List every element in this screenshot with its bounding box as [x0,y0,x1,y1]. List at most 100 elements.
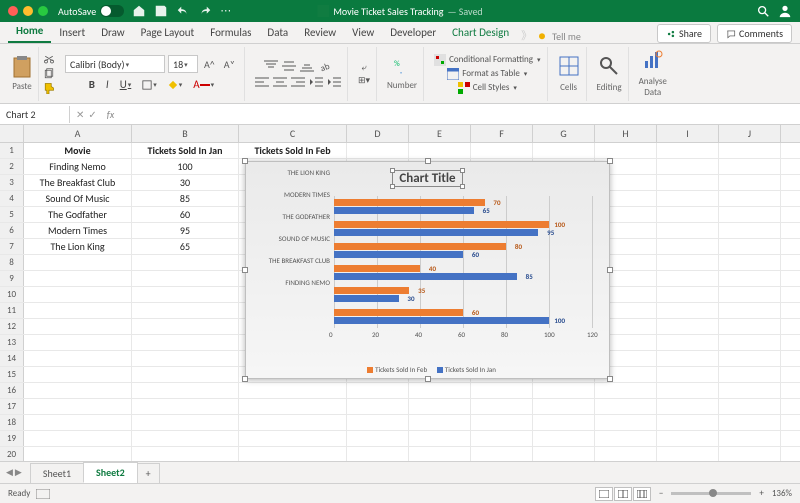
sheet-tab-sheet2[interactable]: Sheet2 [83,462,138,483]
autosave-toggle[interactable]: AutoSave [58,5,124,18]
cell[interactable] [239,447,347,461]
bar[interactable]: 100 [334,317,549,324]
plot-area[interactable]: 0204060801001207065100958060408535306010… [334,196,592,344]
cell[interactable] [533,447,595,461]
editing-group[interactable]: Editing [591,47,629,101]
resize-handle[interactable] [425,376,431,382]
cell[interactable] [595,143,657,158]
cell[interactable] [533,415,595,430]
cut-icon[interactable] [43,54,55,66]
row-header[interactable]: 18 [0,415,24,430]
row-header[interactable]: 3 [0,175,24,190]
format-as-table-button[interactable]: Format as Table▾ [447,68,527,80]
cell[interactable] [719,319,781,334]
copy-icon[interactable] [43,68,55,80]
tab-chart-design[interactable]: Chart Design [444,22,517,43]
redo-icon[interactable] [198,4,212,18]
row-header[interactable]: 17 [0,399,24,414]
tell-me[interactable]: Tell me [552,30,581,43]
switch-icon[interactable] [100,5,124,17]
cancel-formula-icon[interactable]: ✕ [76,108,84,121]
bar[interactable]: 100 [334,221,549,228]
cell[interactable] [409,431,471,446]
cell[interactable] [24,367,132,382]
cell[interactable] [719,415,781,430]
decrease-font-icon[interactable]: A˅ [221,57,238,72]
cell[interactable]: The Godfather [24,207,132,222]
cell[interactable] [24,287,132,302]
sheet-nav-next-icon[interactable]: ▶ [15,467,22,478]
col-header-e[interactable]: E [409,125,471,142]
cell[interactable] [719,447,781,461]
cell[interactable] [657,415,719,430]
cell[interactable] [409,383,471,398]
cell[interactable] [24,319,132,334]
cell[interactable] [471,447,533,461]
cell[interactable] [657,351,719,366]
resize-handle[interactable] [607,376,613,382]
cell[interactable] [719,383,781,398]
cell[interactable]: 30 [132,175,239,190]
align-left-icon[interactable] [255,76,269,88]
row-header[interactable]: 5 [0,207,24,222]
paste-group[interactable]: Paste [6,47,39,101]
row-header[interactable]: 12 [0,319,24,334]
cell[interactable]: Modern Times [24,223,132,238]
col-header-a[interactable]: A [24,125,132,142]
cell[interactable] [533,399,595,414]
bold-button[interactable]: B [85,77,99,92]
row-header[interactable]: 10 [0,287,24,302]
cell[interactable] [657,239,719,254]
cell[interactable] [132,431,239,446]
row-header[interactable]: 2 [0,159,24,174]
cell[interactable] [657,223,719,238]
cell[interactable]: Tickets Sold In Feb [239,143,347,158]
tab-insert[interactable]: Insert [51,22,93,43]
cell[interactable] [347,143,409,158]
cell[interactable] [132,319,239,334]
zoom-slider[interactable] [671,492,751,495]
row-header[interactable]: 1 [0,143,24,158]
row-header[interactable]: 7 [0,239,24,254]
cell[interactable]: Finding Nemo [24,159,132,174]
maximize-icon[interactable] [38,6,48,16]
font-color-button[interactable]: A▾ [189,77,218,92]
cell[interactable] [719,207,781,222]
cell[interactable] [657,175,719,190]
number-format-button[interactable]: %, [393,57,411,78]
row-header[interactable]: 11 [0,303,24,318]
bar[interactable]: 65 [334,207,474,214]
cell[interactable] [24,335,132,350]
close-icon[interactable] [8,6,18,16]
bar[interactable]: 35 [334,287,409,294]
cell[interactable] [657,255,719,270]
comments-button[interactable]: Comments [717,24,792,43]
cell[interactable] [657,143,719,158]
cell[interactable] [533,383,595,398]
col-header-b[interactable]: B [132,125,239,142]
cell[interactable] [719,223,781,238]
col-header-i[interactable]: I [657,125,719,142]
resize-handle[interactable] [242,267,248,273]
cell[interactable] [719,399,781,414]
cell[interactable] [24,383,132,398]
analyse-group[interactable]: Analyse Data [633,47,673,101]
cell[interactable]: 100 [132,159,239,174]
cell[interactable]: Movie [24,143,132,158]
minimize-icon[interactable] [23,6,33,16]
cell[interactable] [657,383,719,398]
cell[interactable]: 65 [132,239,239,254]
cell[interactable] [719,431,781,446]
window-controls[interactable] [8,6,48,16]
cell[interactable] [239,415,347,430]
cell[interactable] [719,303,781,318]
zoom-level[interactable]: 136% [772,488,792,499]
sheet-nav-prev-icon[interactable]: ◀ [6,467,13,478]
cell[interactable]: 95 [132,223,239,238]
tab-review[interactable]: Review [296,22,344,43]
cell[interactable] [657,271,719,286]
view-buttons[interactable] [595,487,651,501]
cell[interactable] [132,415,239,430]
cell[interactable] [347,415,409,430]
cell[interactable] [719,287,781,302]
